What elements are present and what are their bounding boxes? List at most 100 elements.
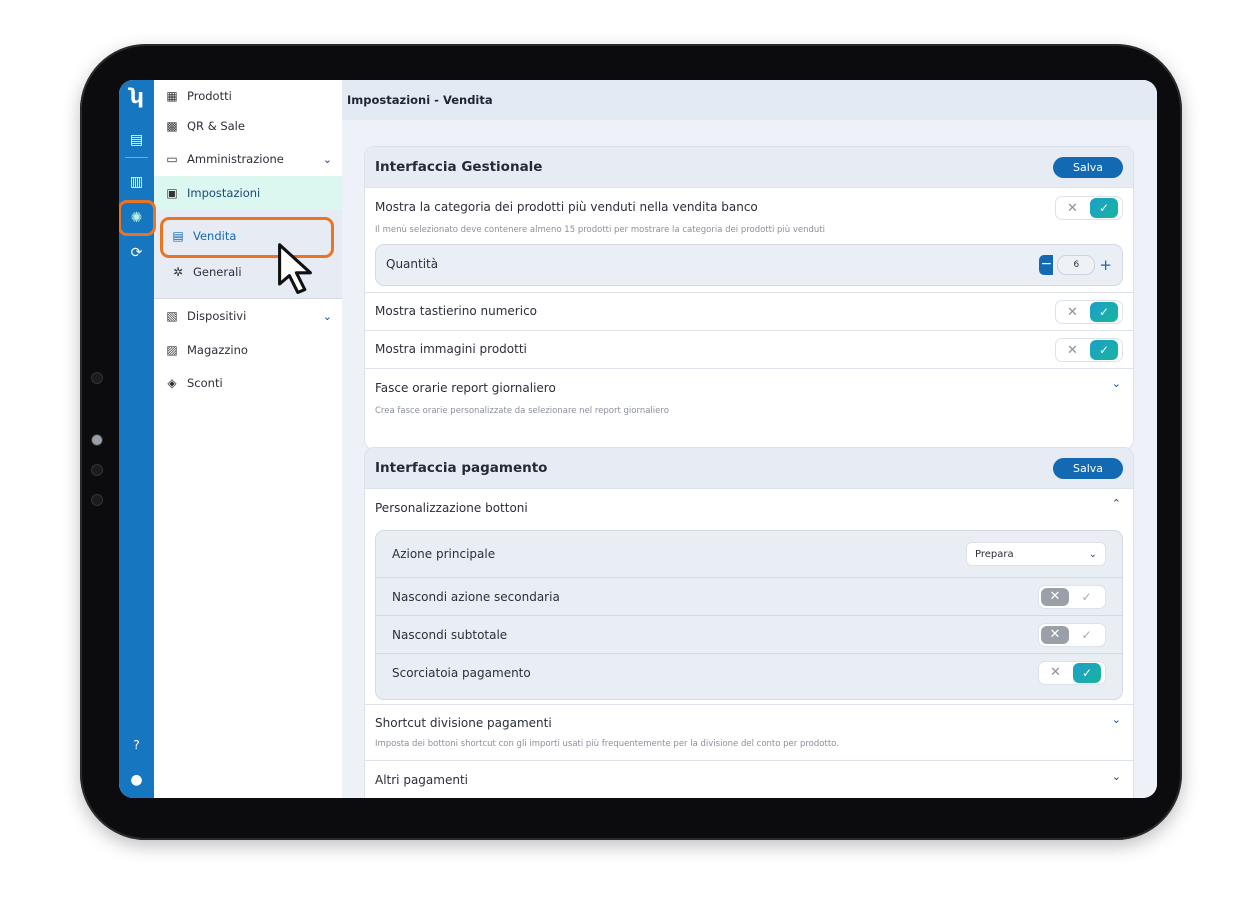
setting-section-buttons: Personalizzazione bottoni ⌃ Azione princ… xyxy=(365,488,1133,704)
setting-description: Crea fasce orarie personalizzate da sele… xyxy=(375,406,669,416)
help-icon[interactable]: ? xyxy=(119,735,154,755)
toggle-switch[interactable]: ✕ ✓ xyxy=(1055,300,1123,324)
setting-row-hide-subtotal: Nascondi subtotale ✕ ✓ xyxy=(376,615,1122,653)
toggle-switch[interactable]: ✕ ✓ xyxy=(1055,196,1123,220)
setting-label: Mostra la categoria dei prodotti più ven… xyxy=(375,200,758,214)
sensor-icon xyxy=(91,494,103,506)
sidebar-nav: ▦ Prodotti ▩ QR & Sale ▭ Amministrazione… xyxy=(154,80,343,798)
setting-label: Fasce orarie report giornaliero xyxy=(375,381,556,395)
icon-rail: ʮ ▤ ▥ ✺ ⟳ ? ● xyxy=(119,80,154,798)
sidebar-item-label: Generali xyxy=(193,265,242,279)
sidebar-item-label: Magazzino xyxy=(187,343,248,357)
sidebar-item-label: Prodotti xyxy=(187,89,232,103)
setting-label: Nascondi azione secondaria xyxy=(392,589,560,604)
sidebar-item-qr-sale[interactable]: ▩ QR & Sale xyxy=(154,110,342,142)
sidebar-item-label: Amministrazione xyxy=(187,152,284,166)
receipt-icon[interactable]: ▤ xyxy=(119,130,154,150)
camera-icon xyxy=(91,372,103,384)
card-interfaccia-pagamento: Interfaccia pagamento Salva Personalizza… xyxy=(364,447,1134,798)
cursor-icon xyxy=(278,243,312,294)
admin-icon: ▭ xyxy=(166,152,178,166)
setting-label: Nascondi subtotale xyxy=(392,627,508,642)
section-label: Personalizzazione bottoni xyxy=(375,501,528,515)
chevron-down-icon[interactable]: ⌄ xyxy=(1112,770,1121,783)
check-icon: ✓ xyxy=(1081,627,1092,642)
settings-icon: ▣ xyxy=(166,186,178,200)
user-icon[interactable]: ● xyxy=(119,770,154,790)
main-content: Impostazioni - Vendita Interfaccia Gesti… xyxy=(342,80,1157,798)
sidebar-item-label: Impostazioni xyxy=(187,186,261,200)
setting-label: Mostra immagini prodotti xyxy=(375,342,527,356)
save-button[interactable]: Salva xyxy=(1052,457,1123,479)
quantity-stepper[interactable]: − 6 + xyxy=(1039,255,1112,275)
sidebar-item-impostazioni[interactable]: ▣ Impostazioni xyxy=(154,176,342,210)
minus-button[interactable]: − xyxy=(1039,255,1054,275)
close-icon: ✕ xyxy=(1067,200,1078,216)
setting-row-keypad: Mostra tastierino numerico ✕ ✓ xyxy=(365,292,1133,330)
select-value: Prepara xyxy=(975,548,1014,560)
setting-row-other-payments[interactable]: Altri pagamenti ⌄ xyxy=(365,760,1133,798)
chevron-down-icon[interactable]: ⌄ xyxy=(1112,713,1121,726)
setting-row-hide-secondary: Nascondi azione secondaria ✕ ✓ xyxy=(376,577,1122,615)
setting-description: Il menù selezionato deve contenere almen… xyxy=(375,225,826,235)
setting-description: Imposta dei bottoni shortcut con gli imp… xyxy=(375,739,839,749)
setting-row-time-slots[interactable]: Fasce orarie report giornaliero Crea fas… xyxy=(365,368,1133,429)
setting-row-top-category: Mostra la categoria dei prodotti più ven… xyxy=(365,187,1133,292)
page-header: Impostazioni - Vendita xyxy=(342,80,1157,120)
chevron-down-icon[interactable]: ⌄ xyxy=(1112,377,1121,390)
toggle-switch[interactable]: ✕ ✓ xyxy=(1038,622,1106,647)
close-icon: ✕ xyxy=(1067,342,1078,358)
sensor-icon xyxy=(91,464,103,476)
sensor-icon xyxy=(91,434,103,446)
toggle-switch[interactable]: ✕ ✓ xyxy=(1055,338,1123,362)
setting-label: Mostra tastierino numerico xyxy=(375,304,538,318)
card-title: Interfaccia pagamento xyxy=(375,460,548,476)
plus-button[interactable]: + xyxy=(1099,256,1112,274)
check-icon: ✓ xyxy=(1090,340,1118,360)
highlight-settings-rail xyxy=(119,200,156,236)
sidebar-item-sconti[interactable]: ◈ Sconti xyxy=(154,367,342,399)
quantity-panel: Quantità − 6 + xyxy=(375,244,1123,286)
quantity-label: Quantità xyxy=(386,257,439,271)
chevron-up-icon[interactable]: ⌃ xyxy=(1112,497,1121,510)
cycle-icon[interactable]: ⟳ xyxy=(119,243,154,263)
setting-row-payment-shortcut: Scorciatoia pagamento ✕ ✓ xyxy=(376,653,1122,691)
check-icon: ✓ xyxy=(1073,662,1101,683)
chevron-down-icon: ⌄ xyxy=(322,152,332,166)
close-icon: ✕ xyxy=(1041,625,1069,644)
sidebar-item-label: QR & Sale xyxy=(187,119,245,133)
quantity-value[interactable]: 6 xyxy=(1057,255,1096,275)
logo-icon[interactable]: ʮ xyxy=(119,86,154,106)
products-icon: ▦ xyxy=(166,89,178,103)
main-action-select[interactable]: Prepara ⌄ xyxy=(966,542,1106,566)
setting-row-images: Mostra immagini prodotti ✕ ✓ xyxy=(365,330,1133,368)
chevron-down-icon: ⌄ xyxy=(322,309,332,323)
toggle-switch[interactable]: ✕ ✓ xyxy=(1038,660,1106,685)
sidebar-item-label: Sconti xyxy=(187,376,223,390)
save-button[interactable]: Salva xyxy=(1052,156,1123,178)
devices-icon: ▧ xyxy=(166,309,178,323)
sidebar-item-amministrazione[interactable]: ▭ Amministrazione ⌄ xyxy=(154,143,342,175)
setting-row-split-payments[interactable]: Shortcut divisione pagamenti Imposta dei… xyxy=(365,704,1133,760)
discount-icon: ◈ xyxy=(167,376,177,390)
buttons-panel: Azione principale Prepara ⌄ Nascondi azi… xyxy=(375,530,1123,700)
gear-icon: ✲ xyxy=(172,265,184,279)
qr-icon: ▩ xyxy=(166,119,178,133)
chart-icon[interactable]: ▥ xyxy=(119,172,154,192)
setting-label: Altri pagamenti xyxy=(375,773,468,787)
chevron-down-icon: ⌄ xyxy=(1088,548,1097,560)
card-title: Interfaccia Gestionale xyxy=(375,159,543,175)
sidebar-item-prodotti[interactable]: ▦ Prodotti xyxy=(154,80,342,112)
toggle-switch[interactable]: ✕ ✓ xyxy=(1038,584,1106,609)
close-icon: ✕ xyxy=(1050,665,1061,680)
warehouse-icon: ▨ xyxy=(166,343,178,357)
check-icon: ✓ xyxy=(1090,302,1118,322)
close-icon: ✕ xyxy=(1041,587,1069,606)
card-interfaccia-gestionale: Interfaccia Gestionale Salva Mostra la c… xyxy=(364,146,1134,450)
setting-label: Azione principale xyxy=(392,547,496,561)
sidebar-item-magazzino[interactable]: ▨ Magazzino xyxy=(154,334,342,366)
check-icon: ✓ xyxy=(1090,198,1118,218)
setting-row-main-action: Azione principale Prepara ⌄ xyxy=(376,531,1122,577)
sidebar-item-dispositivi[interactable]: ▧ Dispositivi ⌄ xyxy=(154,300,342,332)
page-title: Impostazioni - Vendita xyxy=(347,93,493,107)
